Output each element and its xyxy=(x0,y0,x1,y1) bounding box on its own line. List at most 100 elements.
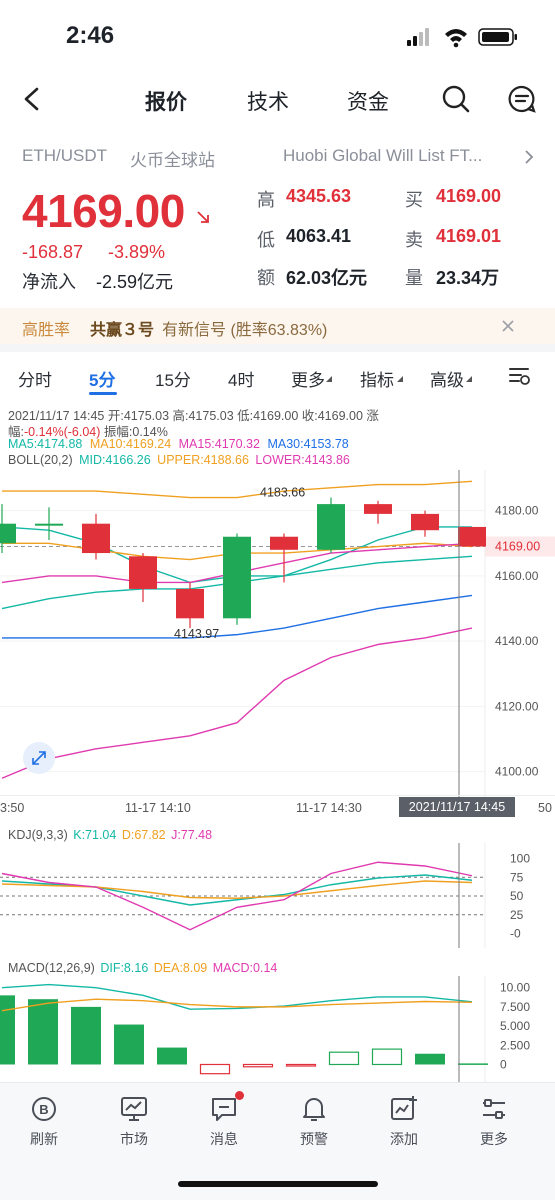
ma10-legend: MA10:4169.24 xyxy=(89,437,172,451)
boll-upper: UPPER:4188.66 xyxy=(157,453,249,467)
time-axis: 3:50 11-17 14:10 11-17 14:30 50 2021/11/… xyxy=(0,795,555,817)
status-icons xyxy=(407,28,517,48)
nav-add-label: 添加 xyxy=(390,1131,418,1147)
amount-value: 62.03亿元 xyxy=(286,268,368,288)
y-tick-label: 4100.00 xyxy=(495,765,539,779)
chart-settings-icon[interactable] xyxy=(508,365,532,387)
signal-name: 共赢３号 xyxy=(90,322,155,339)
time-label: 3:50 xyxy=(0,801,25,815)
tab-indicators[interactable]: 指标 xyxy=(360,366,394,391)
tab-4h[interactable]: 4时 xyxy=(228,366,254,391)
volume-label: 量 xyxy=(405,268,423,288)
tab-quote[interactable]: 报价 xyxy=(145,86,187,116)
tab-15min[interactable]: 15分 xyxy=(155,366,191,391)
tab-funds[interactable]: 资金 xyxy=(347,86,389,116)
kdj-legend: KDJ(9,3,3) K:71.04 D:67.82 J:77.48 xyxy=(8,828,212,842)
series-line-lower xyxy=(1,627,473,779)
macd-bar xyxy=(71,1006,101,1065)
tab-timeshare[interactable]: 分时 xyxy=(18,366,52,391)
y-tick-label: 25 xyxy=(510,908,524,922)
nav-more[interactable]: 更多 xyxy=(459,1095,529,1149)
volume-value: 23.34万 xyxy=(436,268,500,288)
amount-label: 额 xyxy=(257,268,275,288)
candle-body xyxy=(35,523,63,526)
macd-bar xyxy=(28,999,58,1065)
kdj-d: D:67.82 xyxy=(121,828,166,842)
news-ticker[interactable]: Huobi Global Will List FT... xyxy=(283,146,482,166)
candle-body xyxy=(411,513,439,531)
price-change-pct: -3.89% xyxy=(108,242,166,262)
bell-icon xyxy=(303,1098,325,1121)
corner-triangle-icon xyxy=(466,376,472,382)
corner-triangle-icon xyxy=(326,376,332,382)
home-indicator xyxy=(178,1181,378,1187)
nav-alerts-label: 预警 xyxy=(300,1131,328,1147)
crosshair-time-tag: 2021/11/17 14:45 xyxy=(399,797,515,817)
high-label: 高 xyxy=(257,190,275,210)
signal-icon xyxy=(407,28,429,46)
nav-messages[interactable]: 消息 xyxy=(189,1091,259,1149)
tab-more[interactable]: 更多 xyxy=(291,366,325,391)
macd-bar xyxy=(328,1051,360,1066)
high-marker-label: 4183.66 xyxy=(260,486,305,500)
series-line-upper xyxy=(2,480,473,499)
macd-legend: MACD(12,26,9) DIF:8.16 DEA:8.09 MACD:0.1… xyxy=(8,961,277,975)
kdj-chart[interactable]: 100 75 50 25 -0 xyxy=(0,843,555,948)
more-sliders-icon xyxy=(483,1099,505,1119)
refresh-b-icon: B xyxy=(32,1097,56,1121)
macd-bar xyxy=(415,1053,445,1065)
y-tick-label: 4120.00 xyxy=(495,699,539,713)
macd-value: MACD:0.14 xyxy=(212,961,278,975)
tab-technical[interactable]: 技术 xyxy=(247,86,289,116)
last-price-tag: 4169.00 xyxy=(495,540,540,554)
y-tick-label: 100 xyxy=(510,852,530,866)
time-label: 11-17 14:30 xyxy=(296,801,362,815)
y-tick-label: 7.500 xyxy=(500,1000,530,1014)
boll-mid: MID:4166.26 xyxy=(79,453,151,467)
close-icon[interactable] xyxy=(501,319,515,333)
y-tick-label: -0 xyxy=(510,927,521,941)
boll-legend: BOLL(20,2) MID:4166.26 UPPER:4188.66 LOW… xyxy=(8,453,350,467)
sell-value: 4169.01 xyxy=(436,226,502,246)
candlestick-chart[interactable]: 4180.00 4160.00 4140.00 4120.00 4100.00 4169.… xyxy=(0,470,555,800)
ma5-legend: MA5:4174.88 xyxy=(8,437,83,451)
tab-5min[interactable]: 5分 xyxy=(89,366,115,391)
y-tick-label: 0 xyxy=(500,1057,507,1071)
nav-market[interactable]: 市场 xyxy=(99,1095,169,1149)
time-label: 50 xyxy=(538,801,552,815)
candle-body xyxy=(223,536,251,619)
search-icon[interactable] xyxy=(441,84,471,114)
battery-icon xyxy=(478,28,517,46)
nav-alerts[interactable]: 预警 xyxy=(279,1095,349,1149)
low-value: 4063.41 xyxy=(286,226,352,246)
top-nav: 报价 技术 资金 xyxy=(0,78,555,122)
market-monitor-icon xyxy=(121,1097,147,1121)
sell-label: 卖 xyxy=(405,230,423,250)
chevron-right-icon[interactable] xyxy=(524,149,534,165)
status-time: 2:46 xyxy=(66,22,115,49)
nav-more-label: 更多 xyxy=(480,1131,508,1147)
tab-advanced[interactable]: 高级 xyxy=(430,366,464,391)
macd-chart[interactable]: 10.00 7.500 5.000 2.500 0 xyxy=(0,976,555,1082)
y-tick-label: 5.000 xyxy=(500,1019,530,1033)
signal-banner[interactable]: 高胜率 共赢３号 有新信号 (胜率63.83%) xyxy=(0,308,555,344)
nav-add[interactable]: 添加 xyxy=(369,1095,439,1149)
section-divider xyxy=(0,344,555,352)
macd-dea: DEA:8.09 xyxy=(153,961,208,975)
macd-dif: DIF:8.16 xyxy=(100,961,149,975)
chat-menu-icon[interactable] xyxy=(507,84,537,114)
y-tick-label: 4160.00 xyxy=(495,569,539,583)
nav-refresh-label: 刷新 xyxy=(30,1131,58,1147)
boll-title: BOLL(20,2) xyxy=(8,453,73,467)
ma30-legend: MA30:4153.78 xyxy=(267,437,349,451)
exchange-name[interactable]: 火币全球站 xyxy=(130,146,215,171)
unread-dot xyxy=(235,1091,244,1100)
y-tick-label: 2.500 xyxy=(500,1038,530,1052)
macd-bar xyxy=(0,995,15,1065)
back-arrow-icon[interactable] xyxy=(20,86,44,112)
kdj-k: K:71.04 xyxy=(73,828,117,842)
kdj-line-k xyxy=(1,874,473,906)
nav-refresh[interactable]: B 刷新 xyxy=(9,1095,79,1149)
macd-bar xyxy=(458,1063,488,1065)
signal-text: 有新信号 (胜率63.83%) xyxy=(162,322,328,339)
